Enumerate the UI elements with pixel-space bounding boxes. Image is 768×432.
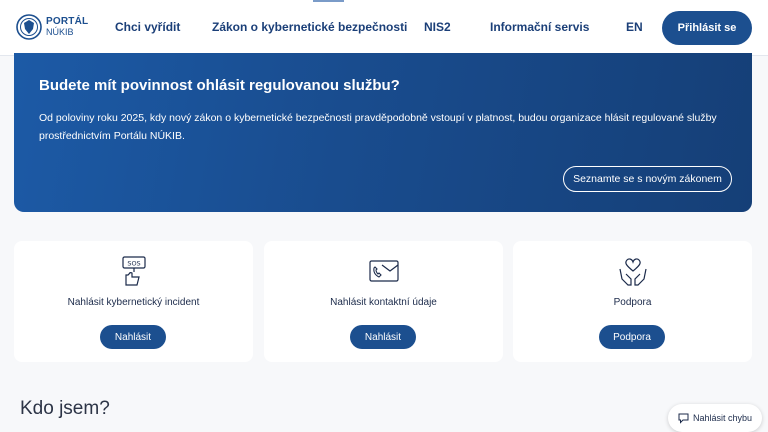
hero-banner: Budete mít povinnost ohlásit regulovanou… [14, 53, 752, 212]
language-switch[interactable]: EN [626, 20, 643, 34]
section-title: Kdo jsem? [20, 398, 110, 419]
bug-report-icon [678, 413, 689, 424]
report-contact-button[interactable]: Nahlásit [350, 325, 416, 349]
nukib-shield-icon [16, 14, 42, 40]
card-support-label: Podpora [613, 297, 652, 308]
card-contact: Nahlásit kontaktní údaje Nahlásit [264, 241, 503, 362]
login-button[interactable]: Přihlásit se [662, 11, 752, 45]
portal-logo[interactable]: PORTÁL NÚKIB [16, 14, 88, 40]
report-bug-label: Nahlásit chybu [692, 413, 753, 423]
active-nav-indicator [313, 0, 344, 2]
card-support: Podpora Podpora [513, 241, 752, 362]
nav-nis2[interactable]: NIS2 [424, 20, 451, 34]
card-contact-label: Nahlásit kontaktní údaje [330, 297, 437, 308]
hero-title: Budete mít povinnost ohlásit regulovanou… [39, 77, 400, 94]
card-incident-label: Nahlásit kybernetický incident [67, 297, 200, 308]
phone-mail-icon [369, 260, 399, 282]
svg-text:SOS: SOS [127, 260, 140, 268]
hero-text: Od poloviny roku 2025, kdy nový zákon o … [39, 112, 717, 142]
new-law-button[interactable]: Seznamte se s novým zákonem [563, 166, 732, 192]
top-header: PORTÁL NÚKIB Chci vyřídit Zákon o kybern… [0, 0, 768, 56]
logo-subtitle: NÚKIB [46, 27, 74, 37]
support-button[interactable]: Podpora [599, 325, 665, 349]
report-incident-button[interactable]: Nahlásit [100, 325, 166, 349]
card-incident: SOS Nahlásit kybernetický incident Nahlá… [14, 241, 253, 362]
nav-informacni-servis[interactable]: Informační servis [490, 20, 589, 34]
nav-chci-vyridit[interactable]: Chci vyřídit [115, 20, 180, 34]
report-bug-button[interactable]: Nahlásit chybu [668, 404, 762, 432]
logo-title: PORTÁL [46, 16, 89, 27]
heart-hands-icon [619, 258, 647, 286]
nav-zakon[interactable]: Zákon o kybernetické bezpečnosti [212, 20, 407, 34]
sos-alert-icon: SOS [122, 256, 146, 286]
